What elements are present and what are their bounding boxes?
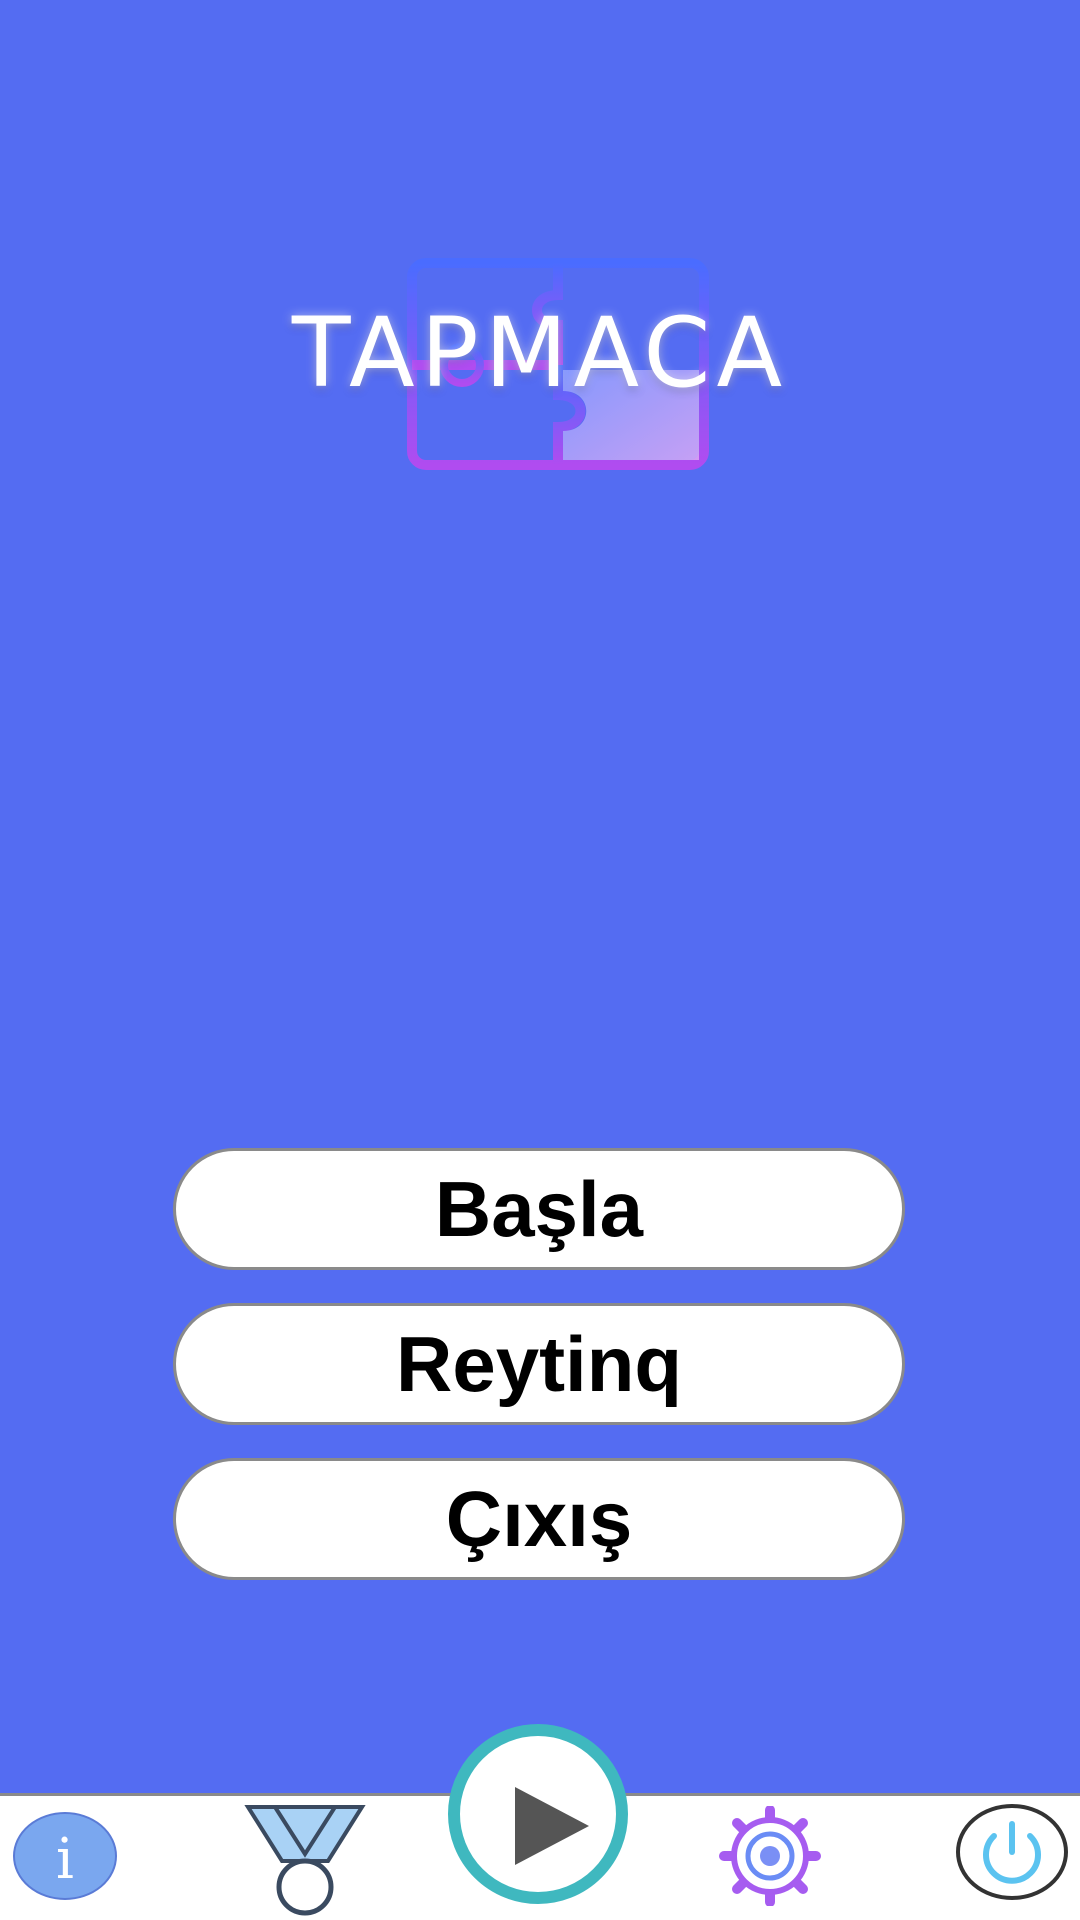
rating-button-label: Reytinq [395, 1319, 683, 1408]
app-title: TAPMACA [291, 297, 789, 409]
main-screen: TAPMACA Başla Reytinq Çıxış i [0, 0, 1080, 1920]
play-button[interactable] [448, 1724, 628, 1904]
exit-button[interactable]: Çıxış [173, 1458, 905, 1580]
start-button-label: Başla [434, 1164, 644, 1253]
exit-button-label: Çıxış [445, 1474, 633, 1563]
rating-button[interactable]: Reytinq [173, 1303, 905, 1425]
gear-icon[interactable] [710, 1805, 830, 1910]
info-glyph: i [56, 1827, 74, 1892]
play-icon [515, 1787, 589, 1865]
medal-icon[interactable] [240, 1799, 370, 1920]
power-icon[interactable] [954, 1802, 1070, 1906]
app-logo: TAPMACA [200, 255, 880, 475]
info-icon[interactable]: i [12, 1810, 118, 1906]
start-button[interactable]: Başla [173, 1148, 905, 1270]
